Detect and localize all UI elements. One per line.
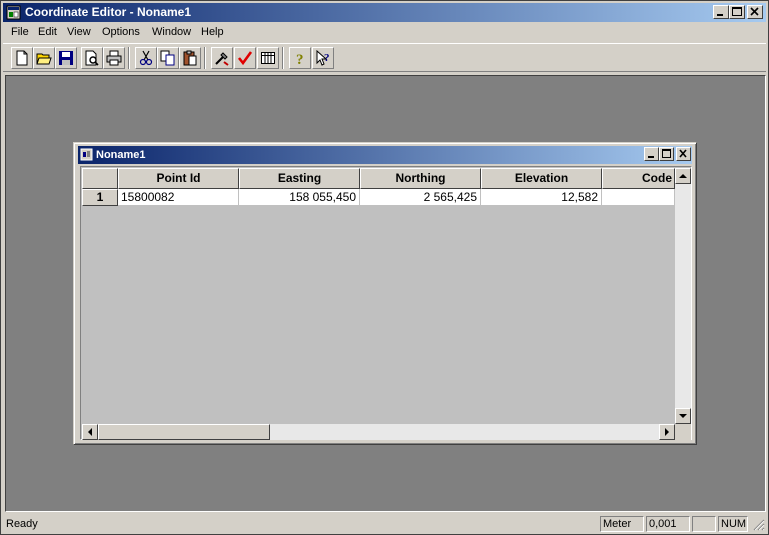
check-button[interactable] — [234, 47, 256, 69]
save-button[interactable] — [55, 47, 77, 69]
maximize-icon — [732, 7, 742, 16]
paste-button[interactable] — [179, 47, 201, 69]
app-icon — [6, 5, 21, 20]
menu-edit[interactable]: Edit — [38, 25, 57, 39]
cell-point-id[interactable]: 15800082 — [118, 189, 239, 206]
menu-bar: File Edit View Options Window Help — [3, 23, 766, 41]
scroll-left-button[interactable] — [82, 424, 98, 440]
maximize-button[interactable] — [729, 5, 745, 19]
save-icon — [59, 51, 73, 65]
window-controls — [713, 5, 765, 19]
column-header-elevation[interactable]: Elevation — [481, 168, 602, 189]
app-window: Coordinate Editor - Noname1 File Edit Vi… — [0, 0, 769, 535]
open-folder-icon — [36, 53, 52, 65]
document-title: Noname1 — [96, 149, 146, 161]
help-icon: ? — [296, 52, 304, 66]
toolbar-separator — [128, 47, 130, 69]
cell-easting[interactable]: 158 055,450 — [239, 189, 360, 206]
copy-button[interactable] — [157, 47, 179, 69]
horizontal-scroll-thumb[interactable] — [98, 424, 270, 440]
menu-options[interactable]: Options — [102, 25, 140, 39]
cut-button[interactable] — [135, 47, 157, 69]
grid-corner-header[interactable] — [82, 168, 118, 189]
toolbar-separator — [282, 47, 284, 69]
maximize-icon — [662, 149, 671, 158]
menu-file[interactable]: File — [11, 25, 29, 39]
document-minimize-button[interactable] — [644, 147, 659, 161]
checkmark-icon — [237, 51, 253, 66]
grid-button[interactable] — [257, 47, 279, 69]
print-preview-icon — [85, 50, 99, 66]
cut-icon — [139, 50, 153, 66]
status-units: Meter — [600, 516, 644, 532]
context-help-icon: ? — [316, 50, 330, 66]
menu-view[interactable]: View — [67, 25, 91, 39]
grid-icon — [261, 52, 275, 64]
copy-icon — [160, 50, 175, 66]
minimize-icon — [648, 156, 654, 158]
context-help-button[interactable]: ? — [312, 47, 334, 69]
status-empty-pane — [692, 516, 716, 532]
vertical-scrollbar[interactable] — [675, 168, 691, 424]
menu-window[interactable]: Window — [152, 25, 191, 39]
title-bar[interactable]: Coordinate Editor - Noname1 — [3, 3, 766, 22]
resize-grip-icon[interactable] — [752, 518, 765, 531]
new-button[interactable] — [11, 47, 33, 69]
horizontal-scrollbar[interactable] — [82, 424, 675, 440]
status-num-lock: NUM — [718, 516, 748, 532]
toolbar-separator — [204, 47, 206, 69]
arrow-down-icon — [679, 414, 687, 418]
print-icon — [106, 50, 122, 66]
status-bar: Ready Meter 0,001 NUM — [3, 515, 766, 533]
tools-icon — [215, 52, 229, 66]
minimize-button[interactable] — [713, 5, 729, 19]
document-window: Noname1 Point Id Easting Northing Elevat… — [73, 142, 697, 445]
open-button[interactable] — [33, 47, 55, 69]
row-header[interactable]: 1 — [82, 189, 118, 206]
status-message: Ready — [6, 518, 38, 530]
tools-button[interactable] — [211, 47, 233, 69]
close-button[interactable] — [747, 5, 763, 19]
scroll-down-button[interactable] — [675, 408, 691, 424]
scrollbar-corner — [675, 424, 691, 440]
menu-help[interactable]: Help — [201, 25, 224, 39]
cell-code[interactable] — [602, 189, 675, 206]
window-title: Coordinate Editor - Noname1 — [25, 5, 192, 19]
document-icon — [80, 148, 93, 161]
arrow-up-icon — [679, 174, 687, 178]
scroll-right-button[interactable] — [659, 424, 675, 440]
print-preview-button[interactable] — [81, 47, 103, 69]
minimize-icon — [717, 14, 723, 16]
paste-icon — [183, 50, 197, 66]
new-file-icon — [16, 50, 28, 66]
svg-text:?: ? — [324, 52, 330, 64]
document-title-bar[interactable]: Noname1 — [78, 146, 692, 164]
close-icon — [679, 149, 687, 158]
column-header-easting[interactable]: Easting — [239, 168, 360, 189]
print-button[interactable] — [103, 47, 125, 69]
help-button[interactable]: ? — [289, 47, 311, 69]
column-header-point-id[interactable]: Point Id — [118, 168, 239, 189]
svg-text:?: ? — [296, 52, 304, 66]
document-close-button[interactable] — [676, 147, 691, 161]
column-header-code[interactable]: Code — [602, 168, 675, 189]
document-maximize-button[interactable] — [659, 147, 674, 161]
cell-northing[interactable]: 2 565,425 — [360, 189, 481, 206]
close-icon — [750, 7, 759, 16]
document-window-controls — [644, 147, 692, 161]
coordinate-grid[interactable]: Point Id Easting Northing Elevation Code… — [80, 166, 692, 440]
toolbar: ? ? — [3, 43, 766, 72]
cell-elevation[interactable]: 12,582 — [481, 189, 602, 206]
column-header-northing[interactable]: Northing — [360, 168, 481, 189]
arrow-left-icon — [88, 428, 92, 436]
status-precision: 0,001 — [646, 516, 690, 532]
scroll-up-button[interactable] — [675, 168, 691, 184]
arrow-right-icon — [665, 428, 669, 436]
